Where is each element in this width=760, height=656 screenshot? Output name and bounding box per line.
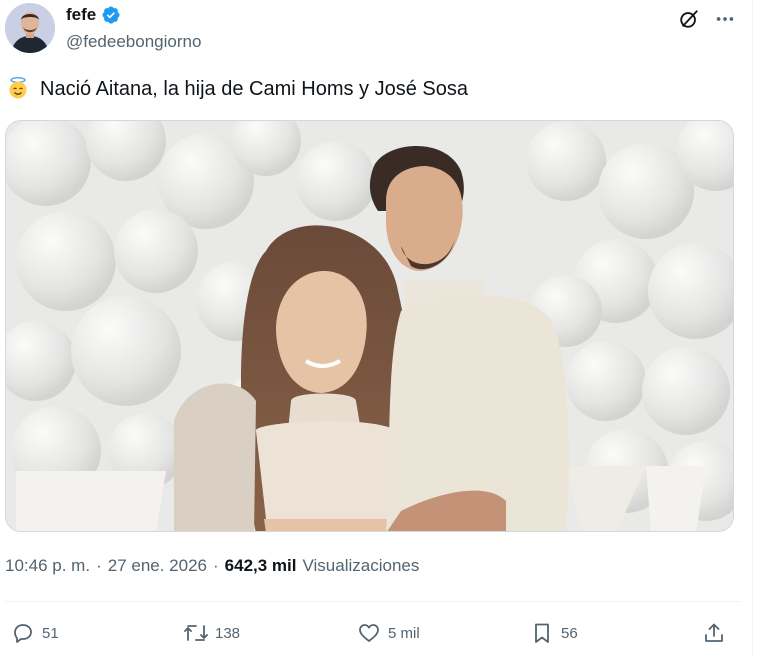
tweet-time[interactable]: 10:46 p. m. (5, 556, 90, 576)
bookmark-button[interactable]: 56 (529, 620, 578, 646)
views-count: 642,3 mil (224, 556, 297, 575)
repost-button[interactable]: 138 (183, 620, 240, 646)
reply-icon (10, 620, 36, 646)
tweet-text: Nació Aitana, la hija de Cami Homs y Jos… (6, 76, 468, 102)
bookmark-count: 56 (561, 624, 578, 642)
divider (5, 601, 742, 602)
author-handle[interactable]: @fedeebongiorno (66, 32, 201, 52)
reply-count: 51 (42, 624, 59, 642)
repost-icon (183, 620, 209, 646)
angel-face-emoji-icon (6, 76, 32, 102)
meta-separator-1: · (96, 556, 102, 575)
tweet-date[interactable]: 27 ene. 2026 (108, 556, 207, 576)
share-icon (701, 620, 727, 646)
author-name-row: fefe (66, 5, 121, 25)
meta-separator-2: · (213, 556, 219, 575)
reply-button[interactable]: 51 (10, 620, 59, 646)
grok-icon[interactable] (676, 6, 702, 32)
tweet-detail: fefe @fedeebongiorno Nació Aitana, la hi… (0, 0, 760, 656)
tweet-photo[interactable] (5, 120, 734, 532)
top-actions (676, 6, 738, 32)
avatar[interactable] (5, 3, 55, 53)
column-border (752, 0, 753, 656)
views-label: Visualizaciones (302, 556, 420, 575)
like-count: 5 mil (388, 624, 420, 642)
repost-count: 138 (215, 624, 241, 642)
more-options-icon[interactable] (712, 6, 738, 32)
like-button[interactable]: 5 mil (356, 620, 420, 646)
photo-couple-image (6, 121, 733, 531)
bookmark-icon (529, 620, 555, 646)
heart-icon (356, 620, 382, 646)
verified-badge-icon (101, 5, 121, 25)
tweet-body: Nació Aitana, la hija de Cami Homs y Jos… (40, 77, 468, 100)
avatar-image (5, 3, 55, 53)
tweet-meta: 10:46 p. m. · 27 ene. 2026 · 642,3 mil V… (5, 556, 419, 576)
share-button[interactable] (701, 620, 727, 646)
author-display-name[interactable]: fefe (66, 5, 96, 25)
